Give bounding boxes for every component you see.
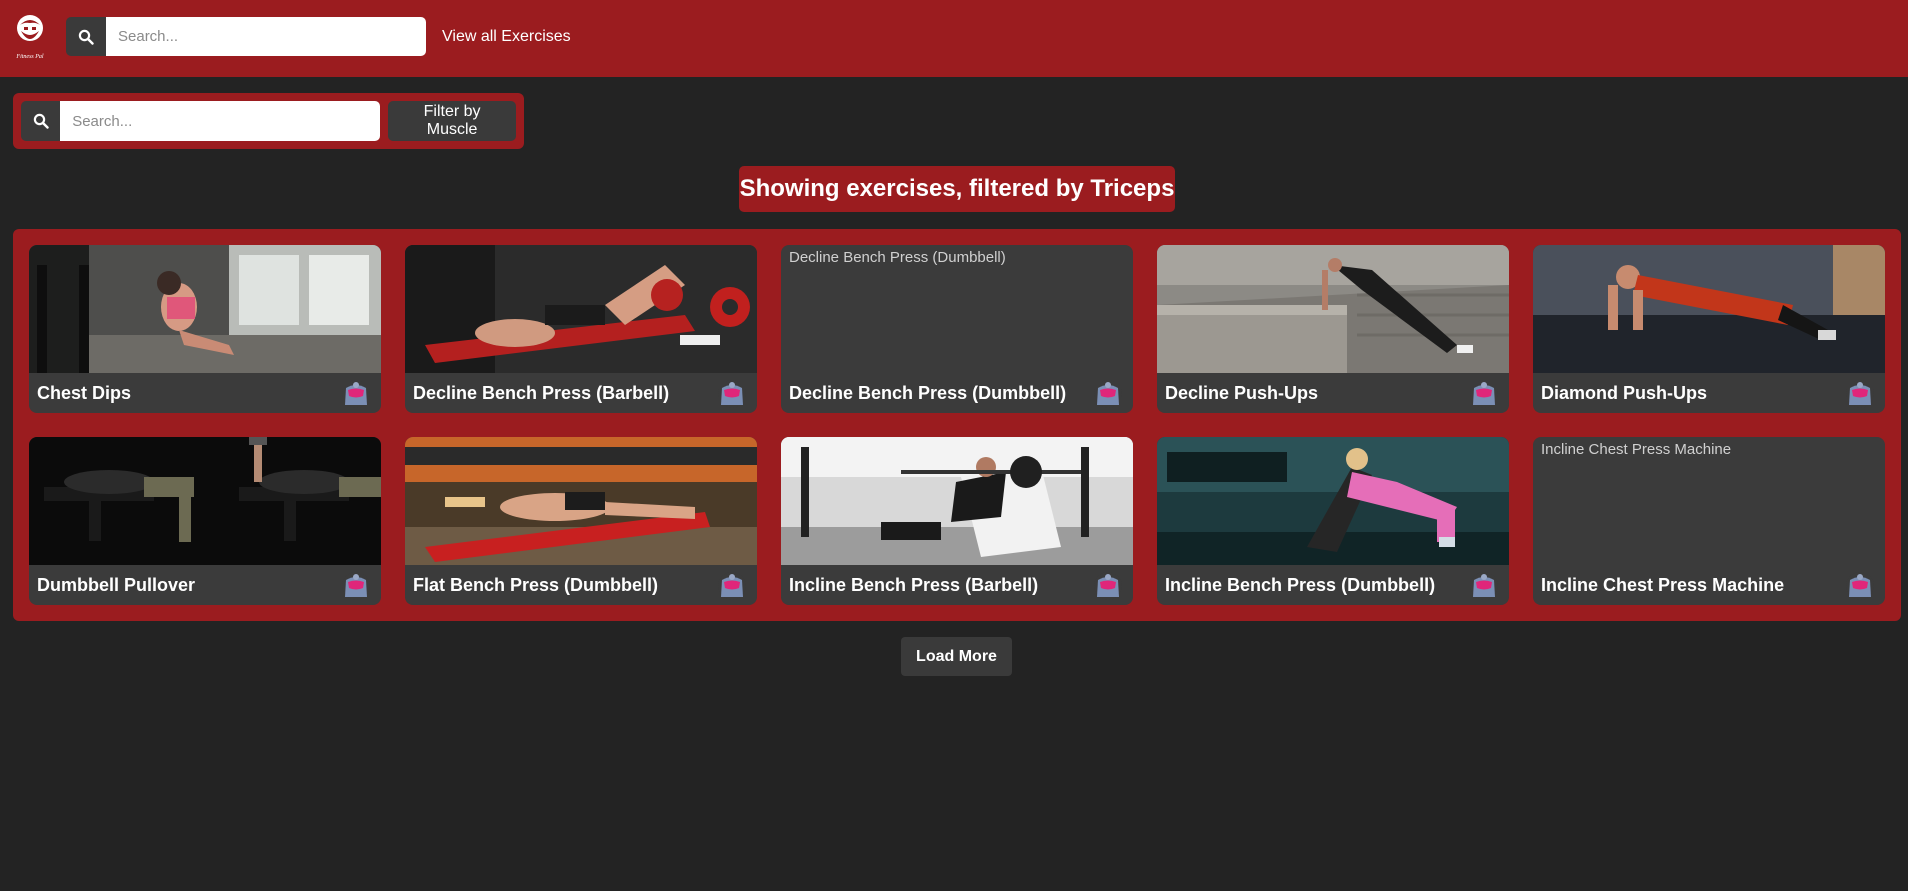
exercise-card-dumbbell-pullover[interactable]: Dumbbell Pullover [29, 437, 381, 605]
exercise-card-incline-bench-press-dumbbell[interactable]: Incline Bench Press (Dumbbell) [1157, 437, 1509, 605]
exercise-image [781, 437, 1133, 565]
nav-search-input[interactable] [106, 17, 426, 56]
filter-search-button[interactable] [21, 101, 61, 141]
nav-search-button[interactable] [66, 17, 106, 56]
exercise-name: Diamond Push-Ups [1541, 383, 1708, 403]
chest-muscle-icon [717, 571, 747, 601]
image-alt-text: Incline Chest Press Machine [1541, 441, 1732, 458]
logo[interactable]: Fitness Pal [12, 13, 48, 61]
exercise-image [1157, 245, 1509, 373]
exercise-card-chest-dips[interactable]: Chest Dips [29, 245, 381, 413]
exercise-name: Decline Push-Ups [1165, 383, 1319, 403]
load-more-button[interactable]: Load More [901, 637, 1012, 676]
exercise-image [29, 437, 381, 565]
exercise-image [405, 245, 757, 373]
search-icon [78, 29, 94, 45]
chest-muscle-icon [1845, 379, 1875, 409]
exercise-name: Decline Bench Press (Barbell) [413, 383, 670, 403]
exercise-name: Flat Bench Press (Dumbbell) [413, 575, 659, 595]
exercise-card-decline-bench-press-barbell[interactable]: Decline Bench Press (Barbell) [405, 245, 757, 413]
exercise-name: Incline Bench Press (Barbell) [789, 575, 1039, 595]
filter-by-muscle-button[interactable]: Filter by Muscle [388, 101, 516, 141]
view-all-exercises-link[interactable]: View all Exercises [442, 28, 571, 46]
exercise-image [29, 245, 381, 373]
chest-muscle-icon [341, 571, 371, 601]
exercise-card-incline-bench-press-barbell[interactable]: Incline Bench Press (Barbell) [781, 437, 1133, 605]
chest-muscle-icon [1845, 571, 1875, 601]
exercise-name: Chest Dips [37, 383, 132, 403]
exercise-card-incline-chest-press-machine[interactable]: Incline Chest Press Machine Incline Ches… [1533, 437, 1885, 605]
exercise-name: Dumbbell Pullover [37, 575, 196, 595]
filter-search-input[interactable] [60, 101, 381, 141]
image-alt-text: Decline Bench Press (Dumbbell) [789, 249, 1006, 266]
exercise-image-broken: Decline Bench Press (Dumbbell) [781, 245, 1133, 373]
exercise-card-decline-bench-press-dumbbell[interactable]: Decline Bench Press (Dumbbell) Decline B… [781, 245, 1133, 413]
exercise-card-flat-bench-press-dumbbell[interactable]: Flat Bench Press (Dumbbell) [405, 437, 757, 605]
logo-text: Fitness Pal [15, 54, 43, 60]
exercise-image [405, 437, 757, 565]
chest-muscle-icon [1093, 571, 1123, 601]
exercise-name: Incline Bench Press (Dumbbell) [1165, 575, 1436, 595]
exercise-card-decline-push-ups[interactable]: Decline Push-Ups [1157, 245, 1509, 413]
top-navbar: Fitness Pal View all Exercises [0, 0, 1908, 77]
chest-muscle-icon [717, 379, 747, 409]
exercise-name: Decline Bench Press (Dumbbell) [789, 383, 1067, 403]
chest-muscle-icon [1093, 379, 1123, 409]
exercise-image [1157, 437, 1509, 565]
page-heading: Showing exercises, filtered by Triceps [739, 166, 1175, 212]
exercise-card-diamond-push-ups[interactable]: Diamond Push-Ups [1533, 245, 1885, 413]
search-icon [33, 113, 49, 129]
exercise-image [1533, 245, 1885, 373]
exercise-name: Incline Chest Press Machine [1541, 575, 1785, 595]
nav-search [66, 17, 426, 56]
chest-muscle-icon [1469, 379, 1499, 409]
exercise-image-broken: Incline Chest Press Machine [1533, 437, 1885, 565]
filter-bar: Filter by Muscle [13, 93, 524, 149]
exercise-grid: Chest Dips Decline Bench Press (Barbell) [13, 229, 1901, 621]
chest-muscle-icon [341, 379, 371, 409]
chest-muscle-icon [1469, 571, 1499, 601]
